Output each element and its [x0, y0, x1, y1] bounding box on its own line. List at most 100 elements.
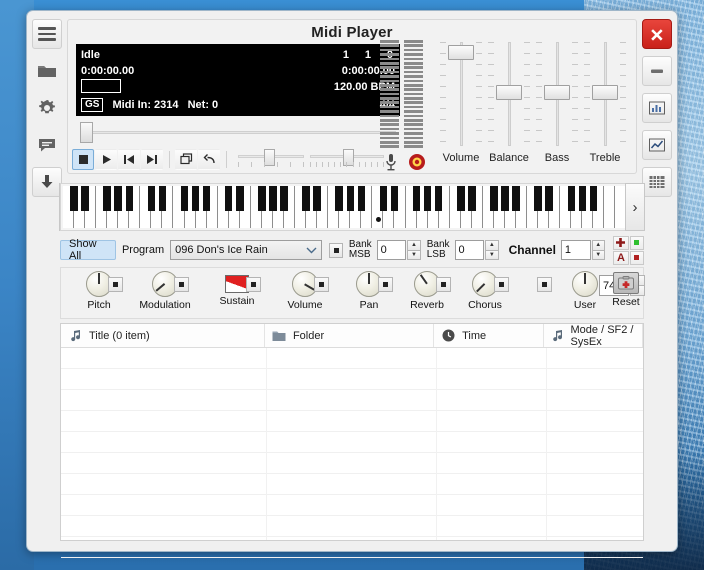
table-row[interactable]	[61, 453, 643, 474]
fader-thumb[interactable]	[544, 85, 570, 100]
channel-input[interactable]: 1	[560, 240, 591, 260]
playlist[interactable]: Title (0 item) Folder Time Mode / SF2 / Sys…	[60, 323, 644, 558]
piano-black-key[interactable]	[589, 186, 598, 212]
channel-stepper[interactable]: ▲ ▼	[591, 240, 605, 260]
position-slider[interactable]	[76, 121, 400, 143]
table-row[interactable]	[61, 495, 643, 516]
piano-black-key[interactable]	[390, 186, 399, 212]
piano-black-key[interactable]	[202, 186, 211, 212]
bank-msb-input[interactable]: 0	[376, 240, 407, 260]
fader-thumb[interactable]	[496, 85, 522, 100]
piano-black-key[interactable]	[147, 186, 156, 212]
piano-black-key[interactable]	[302, 186, 310, 212]
piano-black-key[interactable]	[379, 186, 388, 212]
piano-black-key[interactable]	[346, 186, 355, 212]
undo-button[interactable]	[198, 148, 220, 170]
piano-keyboard[interactable]	[60, 183, 644, 231]
fader-thumb[interactable]	[448, 45, 474, 60]
piano-keys[interactable]	[63, 186, 641, 228]
piano-black-key[interactable]	[280, 186, 288, 212]
piano-black-key[interactable]	[191, 186, 200, 212]
knob-button-chorus[interactable]	[494, 277, 509, 292]
channel-a-button[interactable]: A	[612, 250, 629, 265]
gear-icon[interactable]	[32, 93, 62, 123]
piano-black-key[interactable]	[434, 186, 443, 212]
reset-button[interactable]: Reset	[611, 272, 641, 308]
program-reset-button[interactable]	[329, 242, 343, 258]
piano-black-key[interactable]	[545, 186, 553, 212]
fader-bass[interactable]	[534, 40, 580, 148]
play-button[interactable]	[95, 148, 117, 170]
menu-icon[interactable]	[32, 19, 62, 49]
piano-black-key[interactable]	[490, 186, 498, 212]
piano-black-key[interactable]	[180, 186, 189, 212]
playlist-column-header[interactable]: Time	[434, 324, 544, 347]
piano-black-key[interactable]	[457, 186, 465, 212]
stop-button[interactable]	[72, 148, 94, 170]
program-select[interactable]: 096 Don's Ice Rain	[170, 240, 323, 260]
knob-button-reverb[interactable]	[436, 277, 451, 292]
bank-lsb-down[interactable]: ▼	[485, 250, 499, 260]
grid-icon[interactable]	[642, 167, 672, 197]
knob-user[interactable]	[572, 271, 598, 297]
table-row[interactable]	[61, 516, 643, 537]
bank-lsb-input[interactable]: 0	[454, 240, 485, 260]
piano-black-key[interactable]	[224, 186, 233, 212]
add-channel-button[interactable]	[612, 235, 629, 250]
minimize-icon[interactable]	[642, 56, 672, 86]
piano-black-key[interactable]	[313, 186, 321, 212]
loop-button[interactable]	[175, 148, 197, 170]
message-icon[interactable]	[32, 130, 62, 160]
playlist-column-header[interactable]: Folder	[265, 324, 435, 347]
piano-black-key[interactable]	[114, 186, 122, 212]
download-icon[interactable]	[32, 167, 62, 197]
bank-msb-down[interactable]: ▼	[407, 250, 421, 260]
table-row[interactable]	[61, 411, 643, 432]
piano-black-key[interactable]	[412, 186, 421, 212]
channel-up[interactable]: ▲	[591, 240, 605, 251]
bank-msb-stepper[interactable]: ▲ ▼	[407, 240, 421, 260]
fader-treble[interactable]	[582, 40, 628, 148]
knob-button-pan[interactable]	[378, 277, 393, 292]
bank-lsb-up[interactable]: ▲	[485, 240, 499, 251]
previous-button[interactable]	[118, 148, 140, 170]
piano-black-key[interactable]	[423, 186, 432, 212]
channel-down[interactable]: ▼	[591, 250, 605, 260]
fader-volume[interactable]	[438, 40, 484, 148]
knob-button-pitch[interactable]	[108, 277, 123, 292]
fader-balance[interactable]	[486, 40, 532, 148]
piano-black-key[interactable]	[70, 186, 78, 212]
playlist-column-header[interactable]: Title (0 item)	[61, 324, 265, 347]
playlist-body[interactable]	[61, 348, 643, 558]
piano-white-key[interactable]	[604, 186, 616, 228]
table-row[interactable]	[61, 474, 643, 495]
transpose-slider[interactable]	[310, 148, 384, 170]
piano-black-key[interactable]	[335, 186, 343, 212]
table-row[interactable]	[61, 432, 643, 453]
piano-black-key[interactable]	[501, 186, 509, 212]
piano-black-key[interactable]	[125, 186, 134, 212]
piano-black-key[interactable]	[578, 186, 587, 212]
mic-icon[interactable]	[380, 152, 402, 172]
channel-active-indicator[interactable]	[629, 235, 644, 250]
piano-black-key[interactable]	[269, 186, 277, 212]
knob-button-volume[interactable]	[314, 277, 329, 292]
piano-black-key[interactable]	[357, 186, 366, 212]
next-button[interactable]	[141, 148, 163, 170]
tempo-slider[interactable]	[238, 148, 304, 170]
knob-button-sustain[interactable]	[246, 277, 261, 292]
channel-mute-indicator[interactable]	[629, 250, 644, 265]
close-icon[interactable]	[642, 19, 672, 49]
fader-thumb[interactable]	[592, 85, 618, 100]
record-button[interactable]	[406, 152, 428, 172]
piano-black-key[interactable]	[534, 186, 542, 212]
piano-black-key[interactable]	[236, 186, 244, 212]
keyboard-scroll-right[interactable]: ›	[625, 183, 645, 231]
piano-black-key[interactable]	[158, 186, 167, 212]
knob-button-modulation[interactable]	[174, 277, 189, 292]
bank-msb-up[interactable]: ▲	[407, 240, 421, 251]
playlist-column-header[interactable]: Mode / SF2 / SysEx	[544, 324, 644, 348]
piano-black-key[interactable]	[103, 186, 111, 212]
line-chart-icon[interactable]	[642, 130, 672, 160]
table-row[interactable]	[61, 348, 643, 369]
